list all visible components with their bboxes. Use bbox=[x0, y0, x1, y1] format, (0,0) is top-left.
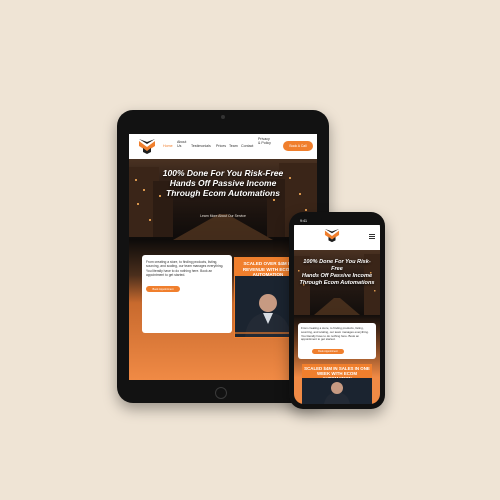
phone-content-section: From creating a store, to finding produc… bbox=[294, 315, 380, 404]
book-appointment-button[interactable]: Book Appointment bbox=[312, 349, 344, 354]
book-call-button[interactable]: Book A Call bbox=[283, 141, 313, 151]
nav-item-about[interactable]: About Us bbox=[177, 140, 189, 148]
intro-card: From creating a store, to finding produc… bbox=[142, 255, 232, 333]
tablet-home-button[interactable] bbox=[215, 387, 227, 399]
phone-device: 9:41 100% Done For You Risk-Free Hands O… bbox=[289, 212, 385, 409]
hero-title: 100% Done For You Risk-Free Hands Off Pa… bbox=[299, 259, 375, 286]
nav-item-prices[interactable]: Prices bbox=[216, 144, 226, 148]
phone-notch bbox=[321, 217, 353, 224]
tablet-navbar: Home About Us Testimonials Prices Team C… bbox=[129, 134, 317, 159]
brand-logo-icon[interactable] bbox=[137, 138, 157, 155]
nav-item-testimonials[interactable]: Testimonials bbox=[191, 144, 211, 148]
nav-item-team[interactable]: Team bbox=[229, 144, 238, 148]
nav-item-contact[interactable]: Contact bbox=[241, 144, 253, 148]
status-time: 9:41 bbox=[300, 219, 307, 223]
hamburger-menu-icon[interactable] bbox=[369, 234, 375, 239]
video-player[interactable]: SCALED $4M IN SALES IN ONE WEEK WITH ECO… bbox=[302, 364, 372, 404]
tablet-camera bbox=[221, 115, 225, 119]
phone-hero: 100% Done For You Risk-Free Hands Off Pa… bbox=[294, 250, 380, 315]
intro-text: From creating a store, to finding produc… bbox=[301, 326, 369, 342]
intro-text: From creating a store, to finding produc… bbox=[146, 260, 224, 278]
presenter-video-frame bbox=[302, 378, 372, 404]
intro-card: From creating a store, to finding produc… bbox=[298, 323, 376, 359]
hero-subtitle-link[interactable]: Learn More About Our Service bbox=[169, 214, 277, 218]
book-appointment-button[interactable]: Book Appointment bbox=[146, 286, 180, 292]
video-heading: SCALED $4M IN SALES IN ONE WEEK WITH ECO… bbox=[302, 364, 372, 381]
hero-title: 100% Done For You Risk-Free Hands Off Pa… bbox=[162, 168, 284, 198]
brand-logo-icon[interactable] bbox=[323, 228, 341, 243]
nav-item-privacy[interactable]: Privacy & Policy bbox=[258, 137, 272, 145]
phone-screen: 9:41 100% Done For You Risk-Free Hands O… bbox=[294, 217, 380, 404]
phone-navbar bbox=[294, 225, 380, 250]
nav-item-home[interactable]: Home bbox=[163, 144, 173, 148]
